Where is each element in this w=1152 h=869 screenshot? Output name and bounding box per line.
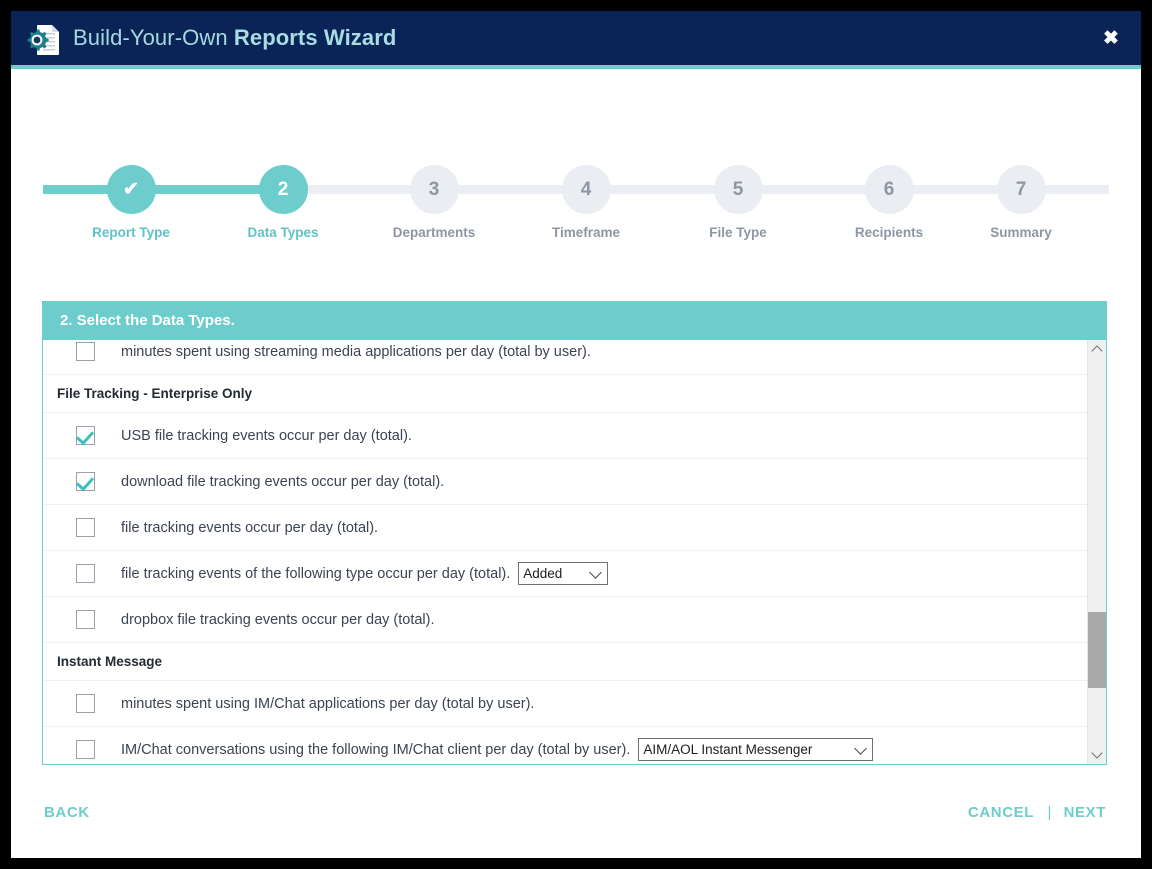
step-number[interactable]: 5 <box>713 165 763 214</box>
step-number[interactable]: 2 <box>258 165 308 214</box>
panel-title: 2. Select the Data Types. <box>43 302 1106 340</box>
chevron-up-icon[interactable] <box>1088 340 1106 358</box>
panel-body: minutes spent using streaming media appl… <box>43 340 1106 764</box>
data-type-label: download file tracking events occur per … <box>121 473 445 490</box>
data-type-checkbox[interactable] <box>76 342 95 361</box>
cancel-button[interactable]: CANCEL <box>968 804 1034 821</box>
step-number[interactable]: 6 <box>864 165 914 214</box>
reports-wizard-modal: Build-Your-Own Reports Wizard ✖ ✔ Report … <box>11 11 1141 858</box>
data-type-checkbox[interactable] <box>76 610 95 629</box>
data-type-row[interactable]: download file tracking events occur per … <box>43 459 1089 505</box>
stepper-step-file-type[interactable]: 5 File Type <box>688 165 788 240</box>
stepper-step-report-type[interactable]: ✔ Report Type <box>81 165 181 240</box>
data-type-label: dropbox file tracking events occur per d… <box>121 611 435 628</box>
list-group-header: Instant Message <box>43 643 1089 681</box>
stepper-step-label: Report Type <box>92 225 170 240</box>
scrollbar-thumb[interactable] <box>1088 612 1106 688</box>
data-type-row[interactable]: USB file tracking events occur per day (… <box>43 413 1089 459</box>
data-type-row[interactable]: minutes spent using IM/Chat applications… <box>43 681 1089 727</box>
step-number[interactable]: 3 <box>409 165 459 214</box>
data-types-panel: 2. Select the Data Types. minutes spent … <box>42 301 1107 765</box>
data-type-row[interactable]: IM/Chat conversations using the followin… <box>43 727 1089 764</box>
stepper-step-recipients[interactable]: 6 Recipients <box>839 165 939 240</box>
stepper-step-summary[interactable]: 7 Summary <box>971 165 1071 240</box>
stepper-step-label: Departments <box>392 225 476 240</box>
stepper-step-label: Summary <box>990 225 1052 240</box>
stepper-step-label: Data Types <box>247 225 319 240</box>
data-type-row[interactable]: minutes spent using streaming media appl… <box>43 340 1089 375</box>
next-button[interactable]: NEXT <box>1064 804 1106 821</box>
data-type-label: file tracking events of the following ty… <box>121 565 511 582</box>
list-scrollbar[interactable] <box>1087 340 1106 764</box>
step-number[interactable]: 7 <box>996 165 1046 214</box>
data-type-checkbox[interactable] <box>76 472 95 491</box>
data-type-label: IM/Chat conversations using the followin… <box>121 741 631 758</box>
data-type-checkbox[interactable] <box>76 518 95 537</box>
footer-separator: | <box>1047 804 1052 821</box>
close-icon[interactable]: ✖ <box>1099 27 1123 51</box>
document-gear-icon <box>27 25 59 55</box>
page-title: Build-Your-Own Reports Wizard <box>73 25 396 51</box>
back-button[interactable]: BACK <box>44 804 90 821</box>
stepper-step-timeframe[interactable]: 4 Timeframe <box>536 165 636 240</box>
data-type-row[interactable]: dropbox file tracking events occur per d… <box>43 597 1089 643</box>
data-type-row[interactable]: file tracking events occur per day (tota… <box>43 505 1089 551</box>
stepper-step-departments[interactable]: 3 Departments <box>384 165 484 240</box>
data-type-checkbox[interactable] <box>76 564 95 583</box>
list-group-label: File Tracking - Enterprise Only <box>57 386 253 401</box>
data-type-row[interactable]: file tracking events of the following ty… <box>43 551 1089 597</box>
wizard-stepper: ✔ Report Type 2 Data Types 3 Departments 4 Time… <box>11 69 1141 241</box>
data-type-label: USB file tracking events occur per day (… <box>121 427 412 444</box>
data-type-select[interactable]: AddedDeletedModifiedRenamed <box>518 562 609 585</box>
data-type-select-wrapper: AIM/AOL Instant MessengerGoogle Hangouts… <box>630 738 874 761</box>
list-group-label: Instant Message <box>57 654 163 669</box>
data-type-checkbox[interactable] <box>76 694 95 713</box>
chevron-down-icon[interactable] <box>1088 746 1106 764</box>
stepper-step-data-types[interactable]: 2 Data Types <box>233 165 333 240</box>
check-icon[interactable]: ✔ <box>106 165 156 214</box>
data-type-label: file tracking events occur per day (tota… <box>121 519 379 536</box>
page-title-bold: Reports Wizard <box>233 25 397 50</box>
data-type-select-wrapper: AddedDeletedModifiedRenamed <box>510 562 609 585</box>
data-type-label: minutes spent using IM/Chat applications… <box>121 695 535 712</box>
data-type-label: minutes spent using streaming media appl… <box>121 343 591 360</box>
step-number[interactable]: 4 <box>561 165 611 214</box>
data-type-checkbox[interactable] <box>76 740 95 759</box>
list-group-header: File Tracking - Enterprise Only <box>43 375 1089 413</box>
stepper-step-label: File Type <box>709 225 767 240</box>
data-types-list: minutes spent using streaming media appl… <box>43 340 1089 764</box>
stepper-step-label: Timeframe <box>551 225 621 240</box>
data-type-select[interactable]: AIM/AOL Instant MessengerGoogle Hangouts… <box>638 738 874 761</box>
modal-header: Build-Your-Own Reports Wizard ✖ <box>11 11 1141 69</box>
data-type-checkbox[interactable] <box>76 426 95 445</box>
modal-footer: BACK CANCEL | NEXT <box>11 774 1141 858</box>
page-title-light: Build-Your-Own <box>73 25 234 50</box>
stepper-step-label: Recipients <box>854 225 924 240</box>
